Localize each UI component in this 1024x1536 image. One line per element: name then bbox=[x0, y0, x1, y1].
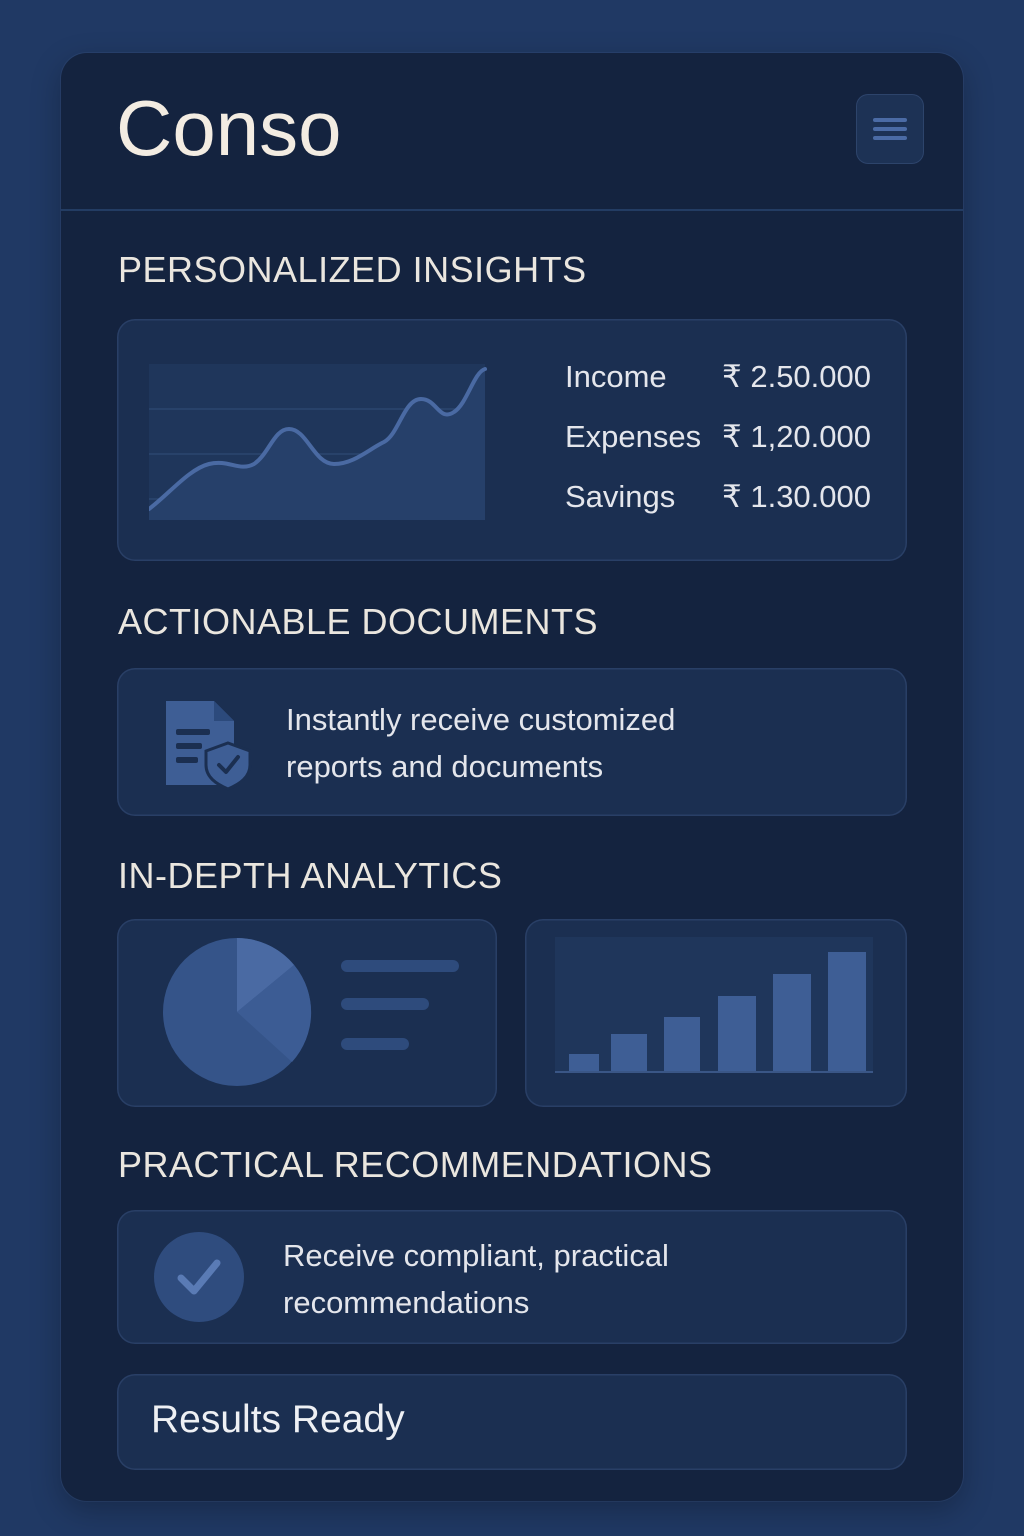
legend-line-2 bbox=[341, 998, 429, 1010]
income-label: Income bbox=[565, 359, 667, 394]
legend-line-1 bbox=[341, 960, 459, 972]
results-ready-label: Results Ready bbox=[151, 1398, 405, 1441]
insights-card[interactable]: Income ₹ 2.50.000 Expenses ₹ 1,20.000 Sa… bbox=[117, 319, 907, 561]
pie-chart-icon bbox=[163, 938, 312, 1086]
documents-title: ACTIONABLE DOCUMENTS bbox=[118, 601, 599, 642]
checkmark-circle-icon bbox=[154, 1232, 244, 1322]
line-chart-graphic bbox=[149, 364, 487, 520]
expenses-value: ₹ 1,20.000 bbox=[722, 419, 872, 454]
recommendations-title: PRACTICAL RECOMMENDATIONS bbox=[118, 1144, 713, 1185]
app-title: Conso bbox=[116, 84, 342, 172]
recommendations-text-line2: recommendations bbox=[283, 1285, 530, 1320]
documents-card[interactable]: Instantly receive customized reports and… bbox=[117, 668, 907, 816]
menu-button[interactable] bbox=[856, 94, 924, 164]
documents-text-line2: reports and documents bbox=[286, 749, 604, 784]
recommendations-text: Receive compliant, practical recommendat… bbox=[283, 1232, 669, 1326]
documents-text-line1: Instantly receive customized bbox=[286, 702, 676, 737]
insights-title: PERSONALIZED INSIGHTS bbox=[118, 249, 587, 290]
recommendations-text-line1: Receive compliant, practical bbox=[283, 1238, 669, 1273]
recommendations-card[interactable]: Receive compliant, practical recommendat… bbox=[117, 1210, 907, 1344]
documents-text: Instantly receive customized reports and… bbox=[286, 696, 675, 790]
income-value: ₹ 2.50.000 bbox=[722, 359, 872, 394]
analytics-title: IN-DEPTH ANALYTICS bbox=[118, 855, 503, 896]
results-ready-button[interactable]: Results Ready bbox=[117, 1374, 907, 1470]
secure-document-icon bbox=[166, 701, 252, 791]
app-header: Conso bbox=[61, 53, 963, 211]
app-frame: Conso PERSONALIZED INSIGHTS Income ₹ 2.5… bbox=[61, 53, 963, 1501]
hamburger-menu-icon bbox=[873, 118, 907, 140]
expenses-label: Expenses bbox=[565, 419, 702, 454]
pie-chart-card[interactable] bbox=[117, 919, 497, 1107]
savings-label: Savings bbox=[565, 479, 676, 514]
bar-chart-card[interactable] bbox=[525, 919, 907, 1107]
bar-chart-icon bbox=[555, 937, 873, 1073]
legend-line-3 bbox=[341, 1038, 409, 1050]
savings-value: ₹ 1.30.000 bbox=[722, 479, 872, 514]
